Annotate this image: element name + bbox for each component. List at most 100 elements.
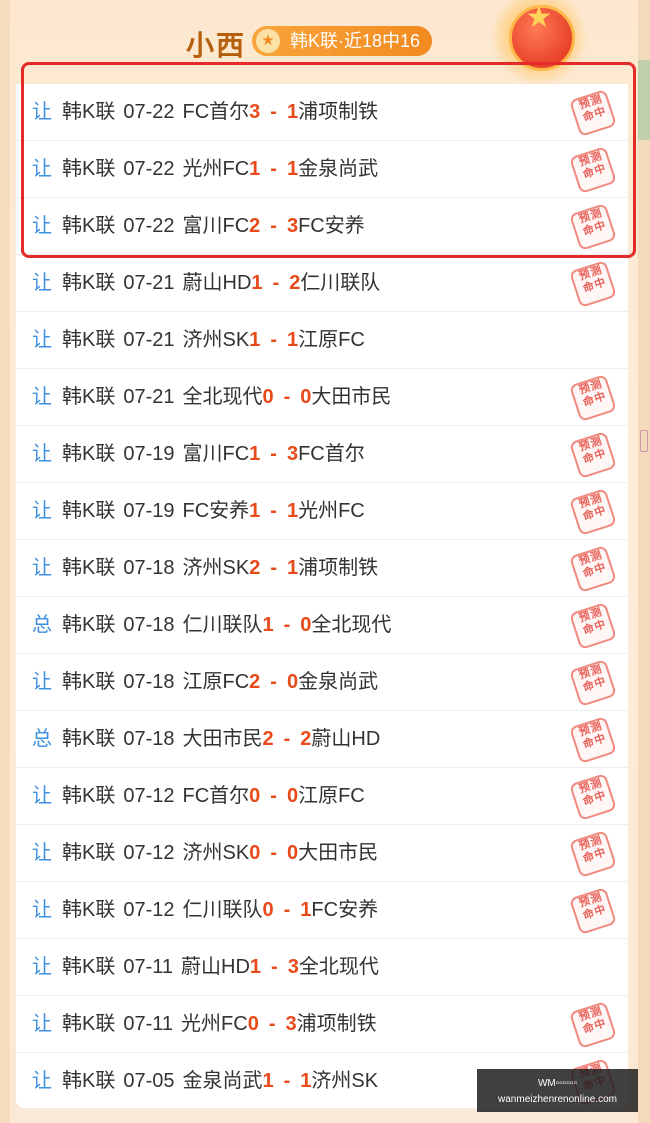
table-row[interactable]: 让韩K联 07-11 光州FC0-3浦项制铁 预测 命中 (16, 996, 628, 1053)
score-separator: - (283, 899, 291, 921)
away-score: 3 (287, 956, 299, 978)
table-row[interactable]: 让韩K联 07-19 FC安养1-1光州FC 预测 命中 (16, 483, 628, 540)
bet-type: 让 (32, 956, 52, 978)
bet-type: 总 (32, 614, 52, 636)
match-date: 07-21 (123, 272, 175, 294)
away-score: 0 (286, 842, 299, 864)
table-row[interactable]: 让韩K联 07-18 江原FC2-0金泉尚武 预测 命中 (16, 654, 628, 711)
league-name: 韩K联 (62, 443, 116, 465)
table-row[interactable]: 总韩K联 07-18 大田市民2-2蔚山HD 预测 命中 (16, 711, 628, 768)
home-team: 富川FC (182, 443, 250, 465)
score-separator: - (283, 386, 291, 408)
table-row[interactable]: 总韩K联 07-18 仁川联队1-0全北现代 预测 命中 (16, 597, 628, 654)
table-row[interactable]: 让韩K联 07-12 济州SK0-0大田市民 预测 命中 (16, 825, 628, 882)
table-row[interactable]: 让韩K联 07-11 蔚山HD1-3全北现代 (16, 939, 628, 996)
league-name: 韩K联 (62, 785, 116, 807)
home-team: FC首尔 (182, 785, 250, 807)
prediction-hit-stamp-icon: 预测命中 (569, 659, 617, 707)
table-row[interactable]: 让韩K联 07-19 富川FC1-3FC首尔 预测 命中 (16, 426, 628, 483)
home-score: 0 (262, 386, 274, 408)
home-team: 蔚山HD (181, 956, 250, 978)
match-text: 让韩K联 07-21 济州SK1-1江原FC (32, 312, 365, 368)
prediction-hit-stamp-icon: 预测命中 (569, 830, 617, 878)
away-score: 1 (300, 1070, 312, 1092)
match-date: 07-19 (123, 443, 175, 465)
away-score: 0 (300, 614, 312, 636)
league-name: 韩K联 (62, 329, 116, 351)
bet-type: 让 (32, 500, 52, 522)
match-text: 总韩K联 07-18 仁川联队1-0全北现代 (32, 597, 391, 653)
prediction-hit-stamp-icon: 预测命中 (569, 260, 617, 308)
prediction-hit-stamp-icon: 预测命中 (569, 545, 617, 593)
table-row[interactable]: 让韩K联 07-21 济州SK1-1江原FC (16, 312, 628, 369)
home-team: 仁川联队 (182, 899, 263, 921)
home-score: 2 (249, 557, 261, 579)
match-text: 让韩K联 07-11 光州FC0-3浦项制铁 (32, 996, 377, 1052)
prediction-hit-stamp-icon: 预测命中 (569, 887, 617, 935)
score-separator: - (270, 557, 277, 579)
table-row[interactable]: 让韩K联 07-12 FC首尔0-0江原FC 预测 命中 (16, 768, 628, 825)
prediction-hit-stamp-icon: 预测命中 (569, 374, 617, 422)
table-row[interactable]: 让韩K联 07-12 仁川联队0-1FC安养 预测 命中 (16, 882, 628, 939)
home-team: 仁川联队 (182, 614, 263, 636)
home-score: 1 (262, 1070, 274, 1092)
away-score: 2 (289, 272, 301, 294)
table-row[interactable]: 让韩K联 07-18 济州SK2-1浦项制铁 预测 命中 (16, 540, 628, 597)
away-team: 金泉尚武 (298, 671, 379, 693)
score-separator: - (270, 443, 277, 465)
match-text: 让韩K联 07-12 FC首尔0-0江原FC (32, 768, 365, 824)
match-text: 让韩K联 07-18 济州SK2-1浦项制铁 (32, 540, 378, 596)
bet-type: 让 (32, 386, 52, 408)
home-score: 1 (251, 272, 263, 294)
star-icon: ★ (256, 29, 280, 53)
bet-type: 让 (32, 842, 52, 864)
record-badge[interactable]: ★ 韩K联·近18中16 (252, 26, 433, 56)
match-text: 让韩K联 07-12 济州SK0-0大田市民 (32, 825, 378, 881)
prediction-hit-stamp-icon: 预测命中 (569, 1001, 617, 1049)
match-date: 07-18 (123, 557, 175, 579)
expert-name: 小西 (186, 30, 247, 61)
match-text: 让韩K联 07-05 金泉尚武1-1济州SK (32, 1053, 378, 1109)
match-text: 让韩K联 07-11 蔚山HD1-3全北现代 (32, 939, 379, 995)
home-team: FC安养 (182, 500, 250, 522)
score-separator: - (283, 614, 291, 636)
away-team: FC安养 (311, 899, 379, 921)
bet-type: 总 (32, 728, 52, 750)
right-edge-marker (640, 430, 648, 452)
away-team: 全北现代 (298, 956, 379, 978)
bet-type: 让 (32, 1070, 52, 1092)
expert-header: 小西 ★ 韩K联·近18中16 ★ (0, 0, 650, 86)
bet-type: 让 (32, 329, 52, 351)
watermark-line-2: wanmeizhenrenonline.com (498, 1094, 617, 1105)
home-score: 2 (262, 728, 274, 750)
away-score: 0 (286, 785, 299, 807)
bet-type: 让 (32, 557, 52, 579)
match-text: 让韩K联 07-18 江原FC2-0金泉尚武 (32, 654, 378, 710)
home-team: 济州SK (182, 842, 250, 864)
league-name: 韩K联 (62, 899, 116, 921)
away-team: 江原FC (298, 329, 365, 351)
right-edge (638, 0, 650, 1123)
league-name: 韩K联 (62, 956, 116, 978)
prediction-hit-stamp-icon: 预测命中 (569, 602, 617, 650)
match-date: 07-18 (123, 671, 175, 693)
home-score: 1 (249, 443, 261, 465)
away-team: 浦项制铁 (296, 1013, 377, 1035)
away-team: 大田市民 (311, 386, 392, 408)
score-separator: - (283, 1070, 291, 1092)
league-name: 韩K联 (62, 557, 116, 579)
match-text: 让韩K联 07-19 富川FC1-3FC首尔 (32, 426, 365, 482)
league-name: 韩K联 (62, 842, 116, 864)
record-badge-text: 韩K联·近18中16 (290, 31, 421, 51)
home-team: 金泉尚武 (182, 1070, 263, 1092)
away-team: 江原FC (298, 785, 365, 807)
bet-type: 让 (32, 272, 52, 294)
home-score: 1 (262, 614, 274, 636)
score-separator: - (270, 329, 277, 351)
away-score: 1 (286, 329, 299, 351)
match-text: 总韩K联 07-18 大田市民2-2蔚山HD (32, 711, 380, 767)
away-score: 2 (300, 728, 312, 750)
table-row[interactable]: 让韩K联 07-21 全北现代0-0大田市民 预测 命中 (16, 369, 628, 426)
table-row[interactable]: 让韩K联 07-21 蔚山HD1-2仁川联队 预测 命中 (16, 255, 628, 312)
home-team: 光州FC (181, 1013, 248, 1035)
